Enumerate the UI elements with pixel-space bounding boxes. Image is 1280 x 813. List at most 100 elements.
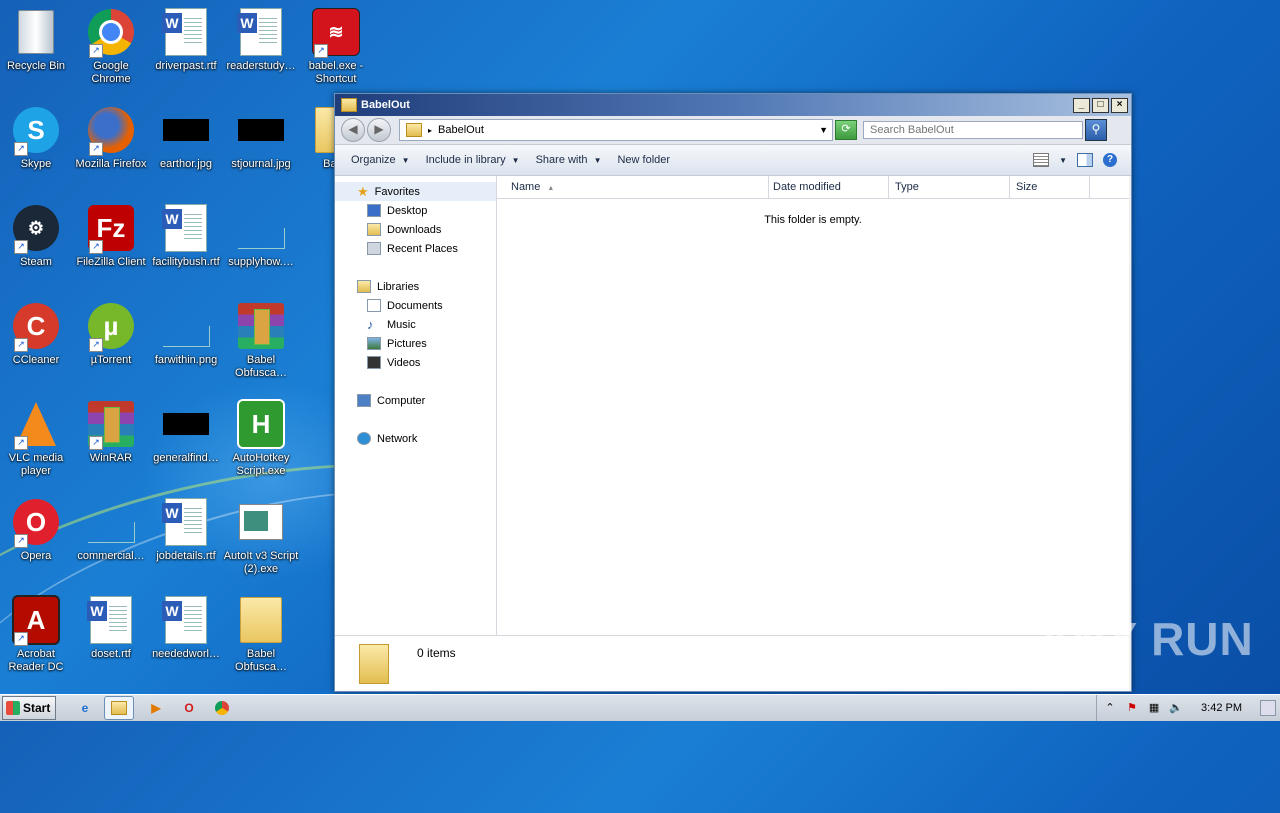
chevron-down-icon[interactable]: ▼	[819, 125, 828, 135]
desktop-icon-recycle-bin[interactable]: Recycle Bin	[0, 8, 74, 73]
desktop-icon-ccleaner[interactable]: C ↗ CCleaner	[0, 302, 74, 367]
nav-documents[interactable]: Documents	[335, 296, 496, 315]
network-icon[interactable]: ▦	[1147, 701, 1161, 715]
blank-file-icon	[162, 302, 210, 350]
desktop-icon-skype[interactable]: S ↗ Skype	[0, 106, 74, 171]
share-with-button[interactable]: Share with ▼	[536, 154, 602, 166]
start-button[interactable]: Start	[2, 696, 56, 720]
address-bar[interactable]: ▸ BabelOut ▼	[399, 119, 833, 141]
search-icon[interactable]: ⚲	[1085, 119, 1107, 141]
close-button[interactable]: ×	[1111, 97, 1128, 113]
desktop-icon-steam[interactable]: ⚙ ↗ Steam	[0, 204, 74, 269]
desktop-icon-autohotkey[interactable]: H AutoHotkey Script.exe	[223, 399, 299, 478]
blank-file-icon	[87, 498, 135, 546]
breadcrumb-arrow-icon[interactable]: ▸	[428, 126, 432, 135]
desktop-icon-earthor[interactable]: earthor.jpg	[148, 106, 224, 171]
volume-icon[interactable]: 🔈	[1169, 701, 1183, 715]
desktop-icon-opera[interactable]: O ↗ Opera	[0, 498, 74, 563]
downloads-icon	[367, 223, 381, 236]
autoit-icon	[237, 498, 285, 546]
desktop-icon-winrar[interactable]: ↗ WinRAR	[73, 400, 149, 465]
chevron-down-icon[interactable]: ▼	[1059, 156, 1067, 165]
taskbar: Start e ▶ O ⌃ ⚑ ▦ 🔈 3:42 PM	[0, 694, 1280, 721]
nav-recent-places[interactable]: Recent Places	[335, 239, 496, 258]
include-in-library-button[interactable]: Include in library ▼	[426, 154, 520, 166]
explorer-window[interactable]: BabelOut _ □ × ◀ ▶ ▸ BabelOut ▼ ⟳ ⚲ Orga…	[334, 93, 1132, 692]
help-icon[interactable]: ?	[1103, 153, 1117, 167]
filezilla-icon: Fz ↗	[87, 204, 135, 254]
music-icon: ♪	[367, 317, 374, 332]
maximize-button[interactable]: □	[1092, 97, 1109, 113]
opera-icon: O ↗	[12, 498, 60, 548]
chevron-down-icon: ▼	[593, 155, 602, 165]
media-player-icon[interactable]: ▶	[145, 697, 167, 719]
internet-explorer-icon[interactable]: e	[74, 697, 96, 719]
forward-button[interactable]: ▶	[367, 118, 391, 142]
chrome-icon[interactable]	[211, 697, 233, 719]
nav-pictures[interactable]: Pictures	[335, 334, 496, 353]
nav-computer[interactable]: Computer	[335, 391, 496, 410]
desktop-icon-filezilla[interactable]: Fz ↗ FileZilla Client	[73, 204, 149, 269]
desktop-icon-stjournal[interactable]: stjournal.jpg	[223, 106, 299, 171]
nav-network[interactable]: Network	[335, 429, 496, 448]
window-title: BabelOut	[361, 99, 410, 111]
column-header-name[interactable]: Name ▲	[497, 176, 769, 198]
desktop-icon-autoit[interactable]: AutoIt v3 Script (2).exe	[223, 498, 299, 576]
desktop-icon-doset[interactable]: W doset.rtf	[73, 596, 149, 661]
column-headers: Name ▲ Date modified Type Size	[497, 176, 1129, 199]
desktop-icon-vlc[interactable]: ↗ VLC media player	[0, 400, 74, 478]
utorrent-icon: µ ↗	[87, 302, 135, 352]
sort-ascending-icon: ▲	[547, 185, 555, 192]
desktop-icon-readerstudy[interactable]: W readerstudy…	[223, 8, 299, 73]
show-hidden-icons-icon[interactable]: ⌃	[1103, 701, 1117, 715]
item-count: 0 items	[417, 646, 456, 660]
blank-file-icon	[237, 204, 285, 252]
show-desktop-button[interactable]	[1260, 700, 1276, 716]
title-bar[interactable]: BabelOut _ □ ×	[335, 94, 1131, 116]
action-center-icon[interactable]: ⚑	[1125, 701, 1139, 715]
back-button[interactable]: ◀	[341, 118, 365, 142]
nav-music[interactable]: ♪ Music	[335, 315, 496, 334]
organize-button[interactable]: Organize ▼	[351, 154, 410, 166]
nav-videos[interactable]: Videos	[335, 353, 496, 372]
minimize-button[interactable]: _	[1073, 97, 1090, 113]
desktop-icon-farwithin[interactable]: farwithin.png	[148, 302, 224, 367]
desktop-icon-driverpast[interactable]: W driverpast.rtf	[148, 8, 224, 73]
new-folder-button[interactable]: New folder	[617, 154, 670, 166]
autohotkey-icon: H	[237, 399, 285, 449]
desktop-icon-jobdetails[interactable]: W jobdetails.rtf	[148, 498, 224, 563]
nav-favorites[interactable]: ★ Favorites	[335, 182, 496, 201]
desktop-icon-neededworl[interactable]: W neededworl…	[148, 596, 224, 661]
desktop-icon-facilitybush[interactable]: W facilitybush.rtf	[148, 204, 224, 269]
nav-downloads[interactable]: Downloads	[335, 220, 496, 239]
chevron-down-icon: ▼	[511, 155, 520, 165]
desktop-icon-commercial[interactable]: commercial…	[73, 498, 149, 563]
desktop-icon-babel-obfuscator-archive[interactable]: Babel Obfusca…	[223, 302, 299, 380]
preview-pane-icon[interactable]	[1077, 153, 1093, 167]
desktop-icon-generalfind[interactable]: generalfind…	[148, 400, 224, 465]
desktop-icon-babel-obfuscator-folder[interactable]: Babel Obfusca…	[223, 596, 299, 674]
search-input[interactable]	[863, 121, 1083, 139]
nav-libraries[interactable]: Libraries	[335, 277, 496, 296]
word-document-icon: W	[237, 8, 285, 56]
address-path: BabelOut	[438, 124, 484, 136]
opera-icon[interactable]: O	[178, 697, 200, 719]
refresh-button[interactable]: ⟳	[835, 120, 857, 140]
address-toolbar: ◀ ▶ ▸ BabelOut ▼ ⟳ ⚲	[335, 116, 1131, 145]
nav-desktop[interactable]: Desktop	[335, 201, 496, 220]
clock[interactable]: 3:42 PM	[1201, 702, 1242, 714]
column-header-size[interactable]: Size	[1010, 176, 1090, 198]
desktop-icon-supplyhow[interactable]: supplyhow.…	[223, 204, 299, 269]
star-icon: ★	[357, 183, 369, 199]
change-view-icon[interactable]	[1033, 153, 1050, 167]
desktop-icon-babel-shortcut[interactable]: ≋ ↗ babel.exe - Shortcut	[298, 8, 374, 86]
desktop-icon-acrobat[interactable]: A ↗ Acrobat Reader DC	[0, 595, 74, 674]
column-header-type[interactable]: Type	[889, 176, 1010, 198]
windows-explorer-icon[interactable]	[104, 696, 134, 720]
desktop-icon-chrome[interactable]: ↗ Google Chrome	[73, 8, 149, 86]
recent-places-icon	[367, 242, 381, 255]
file-list[interactable]: Name ▲ Date modified Type Size This fold…	[497, 176, 1129, 635]
column-header-date-modified[interactable]: Date modified	[769, 176, 889, 198]
desktop-icon-utorrent[interactable]: µ ↗ µTorrent	[73, 302, 149, 367]
desktop-icon-firefox[interactable]: ↗ Mozilla Firefox	[73, 106, 149, 171]
